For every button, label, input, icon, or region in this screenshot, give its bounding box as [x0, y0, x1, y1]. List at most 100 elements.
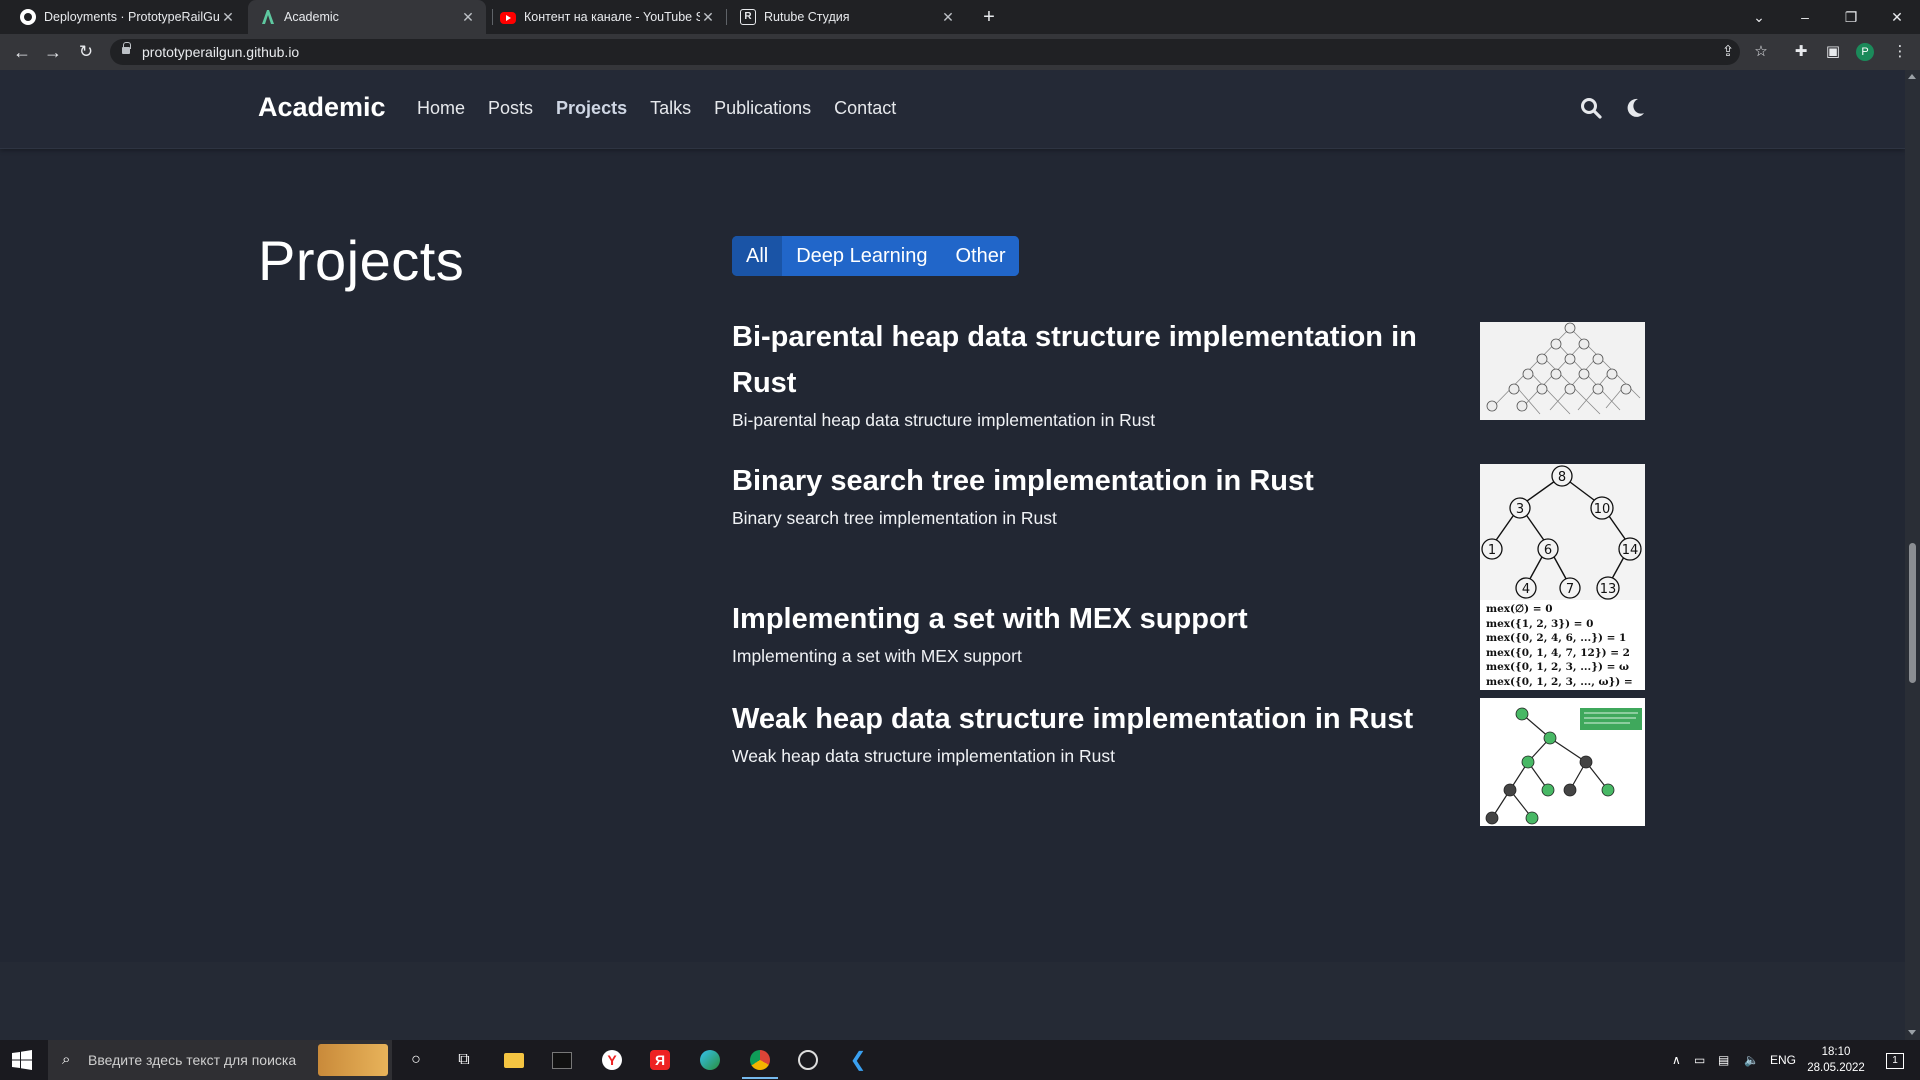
nav-projects[interactable]: Projects: [556, 98, 627, 119]
side-panel-icon[interactable]: ▣: [1821, 40, 1845, 64]
tray-overflow-chevron-icon[interactable]: ∧: [1672, 1040, 1681, 1080]
forward-arrow-icon[interactable]: →: [41, 40, 65, 64]
project-summary: Weak heap data structure implementation …: [732, 746, 1115, 766]
yandex-icon[interactable]: Я: [648, 1048, 672, 1072]
bst-node-label: 7: [1566, 582, 1574, 597]
nav-contact[interactable]: Contact: [834, 98, 896, 119]
project-title[interactable]: Weak heap data structure implementation …: [732, 696, 1452, 742]
web-page: Academic Home Posts Projects Talks Publi…: [0, 70, 1905, 1040]
filter-other-button[interactable]: Other: [941, 236, 1020, 276]
new-tab-button[interactable]: +: [976, 4, 1002, 30]
windows-start-icon[interactable]: [12, 1050, 32, 1070]
taskbar-search-placeholder: Введите здесь текст для поиска: [88, 1052, 297, 1068]
input-language[interactable]: ENG: [1770, 1040, 1796, 1080]
scroll-up-arrow-icon[interactable]: [1908, 74, 1916, 79]
mex-formula-line: mex({1, 2, 3}) = 0: [1486, 617, 1594, 630]
site-brand[interactable]: Academic: [258, 92, 386, 123]
tab-rutube[interactable]: R Rutube Студия ✕: [728, 0, 966, 34]
restore-button[interactable]: ❐: [1828, 0, 1874, 34]
search-icon[interactable]: [1580, 97, 1602, 119]
project-title[interactable]: Bi-parental heap data structure implemen…: [732, 314, 1452, 406]
rutube-icon: R: [740, 9, 756, 25]
meet-camera-icon[interactable]: ▭: [1694, 1040, 1705, 1080]
notification-center-icon[interactable]: 1: [1880, 1040, 1910, 1080]
yandex-browser-icon[interactable]: Y: [600, 1048, 624, 1072]
bst-node-label: 13: [1600, 582, 1617, 597]
project-summary: Implementing a set with MEX support: [732, 646, 1022, 666]
close-icon[interactable]: ✕: [700, 9, 716, 26]
mex-formula-line: mex({0, 1, 2, 3, ..., ω}) = ω + 1: [1486, 675, 1633, 688]
bst-node-label: 14: [1622, 543, 1639, 558]
profile-avatar[interactable]: P: [1856, 43, 1874, 61]
page-scrollbar[interactable]: [1905, 70, 1920, 1040]
bst-node-label: 4: [1522, 582, 1530, 597]
minimize-button[interactable]: –: [1782, 0, 1828, 34]
bst-node-label: 6: [1544, 543, 1552, 558]
tab-academic[interactable]: Academic ✕: [248, 0, 486, 34]
tab-title: Контент на канале - YouTube St: [524, 10, 700, 24]
browser-tab-strip: Deployments · PrototypeRailGun ✕ Academi…: [0, 0, 1920, 34]
share-icon[interactable]: ⇪: [1716, 40, 1740, 64]
tab-search-chevron-icon[interactable]: ⌄: [1736, 0, 1782, 34]
bi-parental-heap-thumbnail[interactable]: [1480, 322, 1645, 420]
tab-deployments[interactable]: Deployments · PrototypeRailGun ✕: [8, 0, 246, 34]
project-summary: Bi-parental heap data structure implemen…: [732, 410, 1156, 430]
menu-kebab-icon[interactable]: ⋮: [1888, 40, 1912, 64]
scrollbar-thumb[interactable]: [1909, 543, 1916, 683]
mex-formula-line: mex({0, 1, 4, 7, 12}) = 2: [1486, 646, 1630, 659]
search-highlight-image: [318, 1044, 388, 1076]
youtube-icon: [500, 12, 516, 24]
close-icon[interactable]: ✕: [220, 9, 236, 26]
tab-separator: [726, 9, 727, 25]
filter-all-button[interactable]: All: [732, 236, 783, 276]
binary-search-tree-thumbnail[interactable]: 8 3 10 1 6 14 4 7 13: [1480, 464, 1645, 600]
close-icon[interactable]: ✕: [940, 9, 956, 26]
extensions-puzzle-icon[interactable]: ✚: [1789, 40, 1813, 64]
reload-icon[interactable]: ↻: [74, 40, 98, 64]
tab-title: Deployments · PrototypeRailGun: [44, 10, 220, 24]
nav-talks[interactable]: Talks: [650, 98, 691, 119]
bst-node-label: 1: [1488, 543, 1496, 558]
url-text: prototyperailgun.github.io: [142, 44, 300, 60]
bookmark-star-icon[interactable]: ☆: [1749, 40, 1773, 64]
bst-node-label: 8: [1558, 470, 1566, 485]
academic-icon: [260, 9, 276, 25]
search-icon: ⌕: [62, 1051, 71, 1068]
chrome-icon[interactable]: [742, 1048, 778, 1079]
tab-youtube[interactable]: Контент на канале - YouTube St ✕: [488, 0, 726, 34]
dark-mode-moon-icon[interactable]: [1624, 97, 1646, 119]
address-bar[interactable]: prototyperailgun.github.io: [110, 39, 1740, 65]
project-title[interactable]: Implementing a set with MEX support: [732, 596, 1452, 642]
cortana-circle-icon[interactable]: ○: [404, 1048, 428, 1072]
filter-deep-learning-button[interactable]: Deep Learning: [782, 236, 942, 276]
close-icon[interactable]: ✕: [460, 9, 476, 26]
task-view-icon[interactable]: ⧉: [452, 1048, 476, 1072]
nav-publications[interactable]: Publications: [714, 98, 811, 119]
project-item: Binary search tree implementation in Rus…: [732, 458, 1452, 529]
browser-toolbar: ← → ↻ prototyperailgun.github.io ⇪ ☆ ✚ ▣…: [0, 34, 1920, 70]
taskbar-search-box[interactable]: ⌕ Введите здесь текст для поиска: [48, 1040, 392, 1080]
weak-heap-thumbnail[interactable]: [1480, 698, 1645, 826]
project-item: Implementing a set with MEX support Impl…: [732, 596, 1452, 667]
obs-icon[interactable]: [796, 1048, 820, 1072]
project-title[interactable]: Binary search tree implementation in Rus…: [732, 458, 1452, 504]
close-window-button[interactable]: ✕: [1874, 0, 1920, 34]
edge-icon[interactable]: [698, 1048, 722, 1072]
network-icon[interactable]: ▤: [1718, 1040, 1729, 1080]
back-arrow-icon[interactable]: ←: [10, 40, 34, 64]
file-explorer-icon[interactable]: [502, 1048, 526, 1072]
nav-home[interactable]: Home: [417, 98, 465, 119]
bst-node-label: 10: [1594, 502, 1611, 517]
windows-taskbar: ⌕ Введите здесь текст для поиска ○ ⧉ Y Я…: [0, 1040, 1920, 1080]
vscode-icon[interactable]: ❮: [846, 1048, 870, 1072]
project-item: Weak heap data structure implementation …: [732, 696, 1452, 767]
terminal-icon[interactable]: [550, 1048, 574, 1072]
taskbar-clock[interactable]: 18:10 28.05.2022: [1806, 1044, 1866, 1076]
mex-formulas-thumbnail[interactable]: mex(∅) = 0 mex({1, 2, 3}) = 0 mex({0, 2,…: [1480, 600, 1645, 690]
scroll-down-arrow-icon[interactable]: [1908, 1030, 1916, 1035]
site-navbar: Academic Home Posts Projects Talks Publi…: [0, 70, 1905, 149]
nav-links: Home Posts Projects Talks Publications C…: [417, 98, 919, 119]
volume-icon[interactable]: 🔈: [1744, 1040, 1759, 1080]
nav-posts[interactable]: Posts: [488, 98, 533, 119]
clock-date: 28.05.2022: [1807, 1062, 1865, 1074]
